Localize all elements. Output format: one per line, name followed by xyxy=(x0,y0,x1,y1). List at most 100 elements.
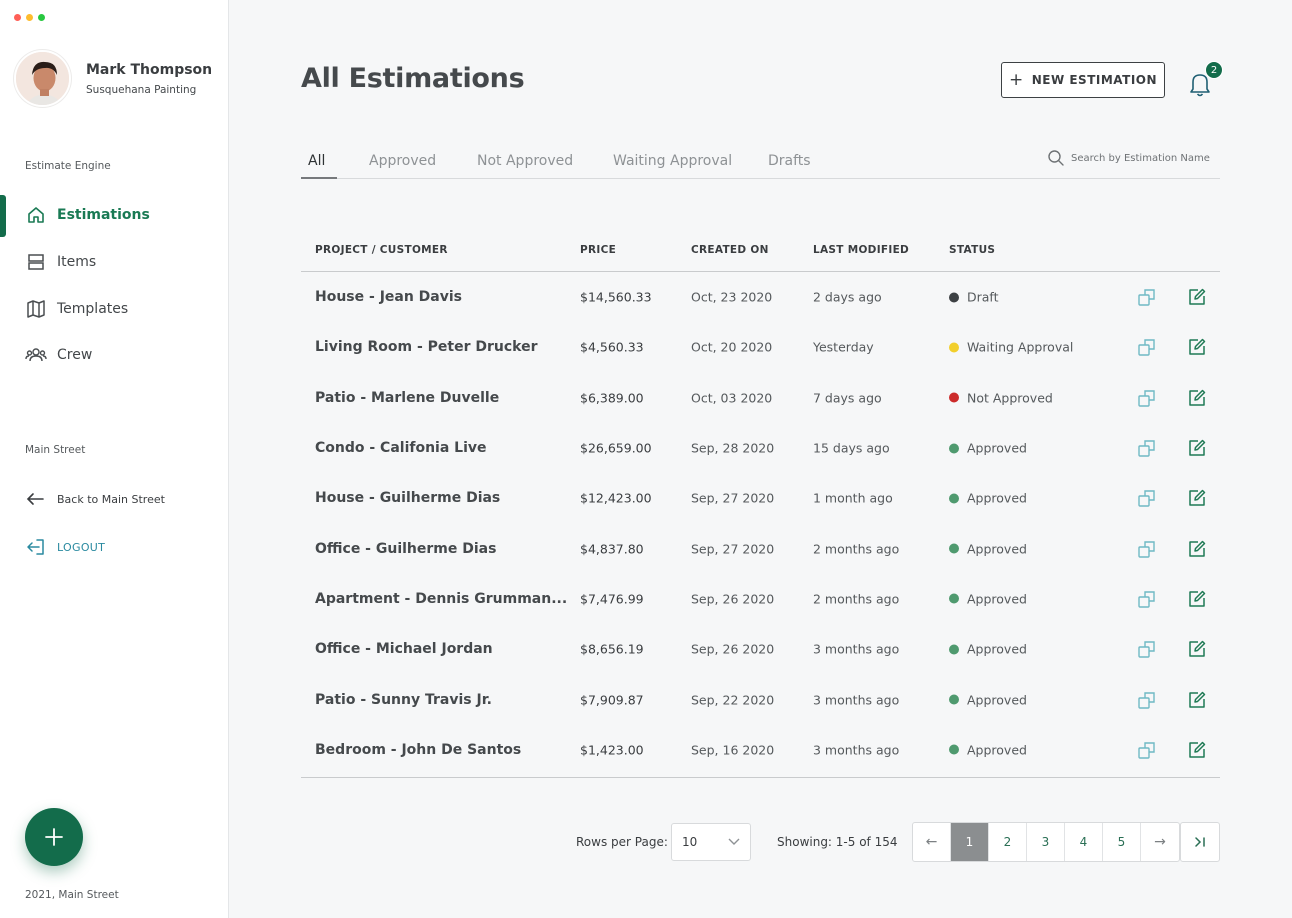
edit-icon[interactable] xyxy=(1187,589,1207,609)
rows-per-page-select[interactable]: 10 xyxy=(671,823,751,861)
logout-link[interactable]: LOGOUT xyxy=(25,538,105,556)
new-estimation-button[interactable]: + NEW ESTIMATION xyxy=(1001,62,1165,98)
sidebar-item-crew[interactable]: Crew xyxy=(0,335,228,375)
table-row[interactable]: Office - Michael Jordan $8,656.19 Sep, 26 … xyxy=(301,624,1220,674)
sidebar-item-items[interactable]: Items xyxy=(0,242,228,282)
rows-per-page-label: Rows per Page: xyxy=(576,835,668,849)
minimize-window-dot[interactable] xyxy=(26,14,33,21)
page-title: All Estimations xyxy=(301,63,525,94)
showing-count: Showing: 1-5 of 154 xyxy=(777,835,898,849)
maximize-window-dot[interactable] xyxy=(38,14,45,21)
table-divider xyxy=(301,776,1220,778)
section-label-main-street: Main Street xyxy=(25,444,86,456)
avatar[interactable] xyxy=(14,50,71,107)
table-row[interactable]: Living Room - Peter Drucker $4,560.33 Oct,… xyxy=(301,322,1220,372)
duplicate-icon[interactable] xyxy=(1137,488,1157,508)
status-label: Approved xyxy=(967,692,1027,708)
project-cell: Office - Michael Jordan xyxy=(315,641,493,658)
status-dot xyxy=(949,392,959,403)
tab-not-approved[interactable]: Not Approved xyxy=(477,153,573,169)
status-label: Approved xyxy=(967,641,1027,657)
page-button-3[interactable]: 3 xyxy=(1027,823,1065,861)
close-window-dot[interactable] xyxy=(14,14,21,21)
edit-icon[interactable] xyxy=(1187,740,1207,760)
edit-icon[interactable] xyxy=(1187,539,1207,559)
duplicate-icon[interactable] xyxy=(1137,690,1157,710)
edit-icon[interactable] xyxy=(1187,438,1207,458)
map-icon xyxy=(25,298,47,320)
modified-cell: 3 months ago xyxy=(813,692,900,708)
page-button-2[interactable]: 2 xyxy=(989,823,1027,861)
prev-page-button[interactable]: ← xyxy=(913,823,951,861)
modified-cell: 2 days ago xyxy=(813,289,882,305)
edit-icon[interactable] xyxy=(1187,388,1207,408)
duplicate-icon[interactable] xyxy=(1137,337,1157,357)
price-cell: $12,423.00 xyxy=(580,490,652,506)
sidebar-footer: 2021, Main Street xyxy=(25,889,119,901)
duplicate-icon[interactable] xyxy=(1137,287,1157,307)
table-row[interactable]: Bedroom - John De Santos $1,423.00 Sep, 16… xyxy=(301,725,1220,775)
created-cell: Sep, 22 2020 xyxy=(691,692,775,708)
table-row[interactable]: House - Guilherme Dias $12,423.00 Sep, 27 … xyxy=(301,473,1220,523)
tab-drafts[interactable]: Drafts xyxy=(768,153,811,169)
page-button-1[interactable]: 1 xyxy=(951,823,989,861)
duplicate-icon[interactable] xyxy=(1137,388,1157,408)
modified-cell: 1 month ago xyxy=(813,490,893,506)
table-row[interactable]: Office - Guilherme Dias $4,837.80 Sep, 27 … xyxy=(301,523,1220,573)
tab-all[interactable]: All xyxy=(308,153,325,169)
sidebar-item-templates[interactable]: Templates xyxy=(0,289,228,329)
status-cell: Not Approved xyxy=(949,390,1053,405)
price-cell: $4,560.33 xyxy=(580,339,644,355)
sidebar-item-label: Crew xyxy=(57,347,93,363)
column-header-project[interactable]: PROJECT / CUSTOMER xyxy=(315,244,448,256)
table-row[interactable]: House - Jean Davis $14,560.33 Oct, 23 2020… xyxy=(301,272,1220,322)
created-cell: Oct, 23 2020 xyxy=(691,289,773,305)
created-cell: Sep, 26 2020 xyxy=(691,641,775,657)
tab-waiting-approval[interactable]: Waiting Approval xyxy=(613,153,732,169)
price-cell: $14,560.33 xyxy=(580,289,652,305)
duplicate-icon[interactable] xyxy=(1137,539,1157,559)
duplicate-icon[interactable] xyxy=(1137,639,1157,659)
section-label-estimate-engine: Estimate Engine xyxy=(25,160,111,172)
add-fab-button[interactable] xyxy=(25,808,83,866)
page-button-5[interactable]: 5 xyxy=(1103,823,1141,861)
last-page-button[interactable] xyxy=(1180,822,1220,862)
edit-icon[interactable] xyxy=(1187,690,1207,710)
table-header: PROJECT / CUSTOMER PRICE CREATED ON LAST… xyxy=(301,232,1220,272)
back-to-main-street-link[interactable]: Back to Main Street xyxy=(25,491,165,507)
edit-icon[interactable] xyxy=(1187,337,1207,357)
column-header-status[interactable]: STATUS xyxy=(949,244,995,256)
price-cell: $26,659.00 xyxy=(580,440,652,456)
table-row[interactable]: Condo - Califonia Live $26,659.00 Sep, 28 … xyxy=(301,423,1220,473)
estimations-table: PROJECT / CUSTOMER PRICE CREATED ON LAST… xyxy=(301,232,1220,778)
status-dot xyxy=(949,443,959,454)
edit-icon[interactable] xyxy=(1187,287,1207,307)
modified-cell: 3 months ago xyxy=(813,641,900,657)
price-cell: $6,389.00 xyxy=(580,390,644,406)
table-row[interactable]: Patio - Sunny Travis Jr. $7,909.87 Sep, 22… xyxy=(301,674,1220,724)
tab-approved[interactable]: Approved xyxy=(369,153,436,169)
edit-icon[interactable] xyxy=(1187,639,1207,659)
page-button-4[interactable]: 4 xyxy=(1065,823,1103,861)
created-cell: Sep, 27 2020 xyxy=(691,541,775,557)
status-dot xyxy=(949,292,959,303)
duplicate-icon[interactable] xyxy=(1137,589,1157,609)
status-cell: Draft xyxy=(949,290,999,305)
column-header-modified[interactable]: LAST MODIFIED xyxy=(813,244,909,256)
column-header-created[interactable]: CREATED ON xyxy=(691,244,769,256)
active-tab-indicator xyxy=(301,177,337,179)
logout-label: LOGOUT xyxy=(57,540,106,554)
duplicate-icon[interactable] xyxy=(1137,438,1157,458)
table-row[interactable]: Patio - Marlene Duvelle $6,389.00 Oct, 03 … xyxy=(301,373,1220,423)
column-header-price[interactable]: PRICE xyxy=(580,244,616,256)
table-row[interactable]: Apartment - Dennis Grumman... $7,476.99 Se… xyxy=(301,574,1220,624)
project-cell: Office - Guilherme Dias xyxy=(315,540,497,557)
edit-icon[interactable] xyxy=(1187,488,1207,508)
status-label: Approved xyxy=(967,541,1027,557)
duplicate-icon[interactable] xyxy=(1137,740,1157,760)
sidebar-item-estimations[interactable]: Estimations xyxy=(0,195,228,237)
search-input[interactable]: Search by Estimation Name xyxy=(1047,149,1210,167)
next-page-button[interactable]: → xyxy=(1141,823,1179,861)
project-cell: Patio - Sunny Travis Jr. xyxy=(315,691,492,708)
chevron-down-icon xyxy=(728,838,740,845)
